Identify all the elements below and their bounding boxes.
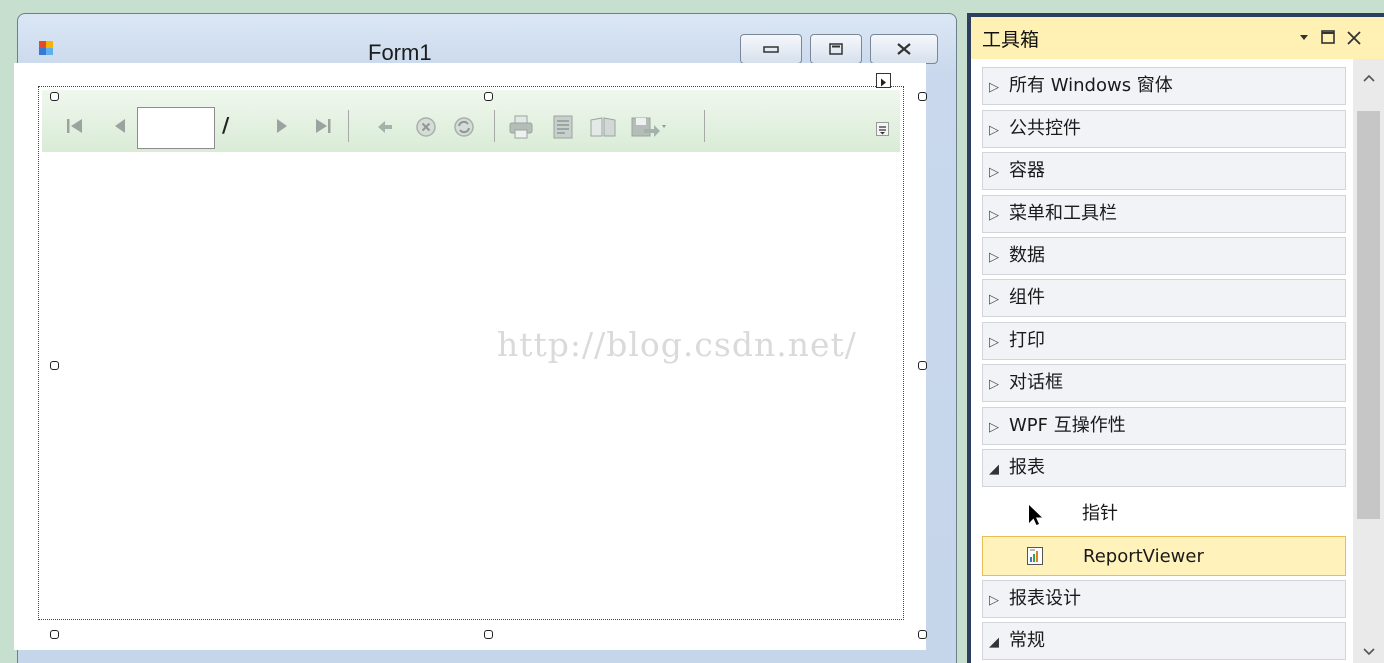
collapse-arrow-icon: ◢ xyxy=(989,462,999,477)
scroll-down-icon[interactable] xyxy=(1362,647,1376,657)
export-icon[interactable] xyxy=(630,115,670,139)
previous-page-icon[interactable] xyxy=(110,116,130,136)
toolbox-group-reporting[interactable]: ◢ 报表 xyxy=(982,449,1346,487)
expand-arrow-icon: ▷ xyxy=(989,377,999,392)
resize-handle-top-left[interactable] xyxy=(50,92,59,101)
next-page-icon[interactable] xyxy=(272,116,292,136)
toolbox-group-data[interactable]: ▷ 数据 xyxy=(982,237,1346,275)
expand-arrow-icon: ▷ xyxy=(989,123,999,138)
last-page-icon[interactable] xyxy=(313,116,335,136)
scrollbar-thumb[interactable] xyxy=(1357,111,1380,519)
toolbox-group-components[interactable]: ▷ 组件 xyxy=(982,279,1346,317)
refresh-icon[interactable] xyxy=(453,116,475,138)
smart-tag-button[interactable] xyxy=(876,73,891,88)
toolbox-group-all-windows-forms[interactable]: ▷ 所有 Windows 窗体 xyxy=(982,67,1346,105)
expand-arrow-icon: ▷ xyxy=(989,250,999,265)
toolbox-scrollbar[interactable] xyxy=(1353,59,1384,663)
minimize-icon xyxy=(763,46,779,53)
minimize-button[interactable] xyxy=(740,34,802,64)
toolbox-list[interactable]: ▷ 所有 Windows 窗体 ▷ 公共控件 ▷ 容器 ▷ 菜单和工具栏 ▷ 数据 ▷ 组件… xyxy=(971,59,1384,663)
page-setup-icon[interactable] xyxy=(589,116,617,138)
resize-handle-bottom-right[interactable] xyxy=(918,630,927,639)
pointer-icon xyxy=(1029,505,1042,525)
expand-arrow-icon: ▷ xyxy=(989,165,999,180)
maximize-icon xyxy=(829,43,843,55)
close-pane-icon[interactable] xyxy=(1345,29,1363,47)
resize-handle-bottom[interactable] xyxy=(484,630,493,639)
expand-arrow-icon: ▷ xyxy=(989,420,999,435)
toolbox-group-common-controls[interactable]: ▷ 公共控件 xyxy=(982,110,1346,148)
maximize-pane-icon[interactable] xyxy=(1320,29,1336,45)
expand-arrow-icon: ▷ xyxy=(989,208,999,223)
close-button[interactable] xyxy=(870,34,938,64)
print-icon[interactable] xyxy=(508,114,534,140)
dropdown-arrow-icon[interactable] xyxy=(1298,31,1310,43)
resize-handle-left[interactable] xyxy=(50,361,59,370)
toolbar-separator xyxy=(494,110,495,142)
application-icon xyxy=(39,41,53,55)
maximize-button[interactable] xyxy=(810,34,862,64)
page-number-input[interactable] xyxy=(137,107,215,149)
scroll-up-icon[interactable] xyxy=(1362,73,1376,83)
toolbox-item-pointer[interactable]: 指针 xyxy=(982,494,1346,534)
toolbox-item-reportviewer[interactable]: ReportViewer xyxy=(982,536,1346,576)
expand-arrow-icon: ▷ xyxy=(989,80,999,95)
toolbox-group-general[interactable]: ◢ 常规 xyxy=(982,622,1346,660)
page-count-separator: / xyxy=(222,113,230,137)
toolbar-separator xyxy=(704,110,705,142)
reportviewer-icon xyxy=(1027,547,1043,565)
smart-tag-arrow-icon xyxy=(881,78,886,87)
toolbox-group-wpf-interop[interactable]: ▷ WPF 互操作性 xyxy=(982,407,1346,445)
toolbox-group-containers[interactable]: ▷ 容器 xyxy=(982,152,1346,190)
resize-handle-top[interactable] xyxy=(484,92,493,101)
toolbox-title: 工具箱 xyxy=(982,29,1040,51)
watermark-text: http://blog.csdn.net/ xyxy=(497,325,857,364)
first-page-icon[interactable] xyxy=(65,116,85,136)
toolbox-header[interactable]: 工具箱 xyxy=(971,17,1384,59)
toolbar-separator xyxy=(348,110,349,142)
resize-handle-right[interactable] xyxy=(918,361,927,370)
stop-icon[interactable] xyxy=(415,116,437,138)
toolbox-group-report-design[interactable]: ▷ 报表设计 xyxy=(982,580,1346,618)
expand-arrow-icon: ▷ xyxy=(989,335,999,350)
toolbox-group-dialogs[interactable]: ▷ 对话框 xyxy=(982,364,1346,402)
resize-handle-top-right[interactable] xyxy=(918,92,927,101)
close-icon xyxy=(897,43,911,55)
expand-arrow-icon: ▷ xyxy=(989,292,999,307)
collapse-arrow-icon: ◢ xyxy=(989,635,999,650)
expand-arrow-icon: ▷ xyxy=(989,593,999,608)
toolbox-panel[interactable]: 工具箱 ▷ 所有 Windows 窗体 ▷ 公共控件 ▷ 容器 ▷ 菜单和工具栏 ▷ 数据… xyxy=(967,13,1384,663)
resize-handle-bottom-left[interactable] xyxy=(50,630,59,639)
print-layout-icon[interactable] xyxy=(552,114,574,140)
toolbox-group-printing[interactable]: ▷ 打印 xyxy=(982,322,1346,360)
toolbar-overflow-icon[interactable] xyxy=(876,122,889,136)
toolbox-group-menus-toolbars[interactable]: ▷ 菜单和工具栏 xyxy=(982,195,1346,233)
back-icon[interactable] xyxy=(376,118,394,136)
